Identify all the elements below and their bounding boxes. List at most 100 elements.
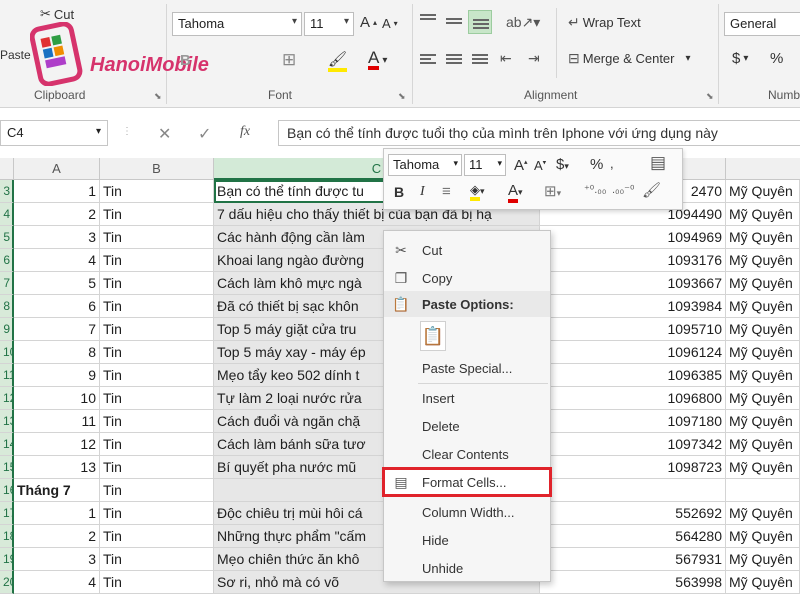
decrease-font-size-icon[interactable]: A▾ (534, 158, 546, 173)
align-top-icon[interactable] (420, 12, 436, 22)
cell-b[interactable]: Tin (100, 525, 214, 548)
cell-e[interactable]: 564280 (540, 525, 726, 548)
cell-e[interactable]: 1095710 (540, 318, 726, 341)
cancel-entry-icon[interactable]: ✕ (158, 124, 171, 144)
cell-b[interactable]: Tin (100, 272, 214, 295)
menu-item-column-width[interactable]: Column Width... (384, 499, 550, 525)
menu-item-copy[interactable]: ❐ Copy (384, 265, 550, 291)
cell-a[interactable]: 10 (14, 387, 100, 410)
align-left-icon[interactable] (420, 52, 436, 66)
align-right-icon[interactable] (472, 52, 488, 66)
font-name-combo[interactable]: Tahoma ▾ (172, 12, 302, 36)
row-header[interactable]: 7 (0, 272, 14, 295)
column-header-f[interactable] (726, 158, 800, 180)
cell-b[interactable]: Tin (100, 364, 214, 387)
row-header[interactable]: 19 (0, 548, 14, 571)
cell-a[interactable]: 3 (14, 226, 100, 249)
mini-font-size-combo[interactable]: 11 ▾ (464, 154, 506, 176)
cell-f[interactable]: Mỹ Quyên (726, 548, 800, 571)
formula-input[interactable]: Bạn có thể tính được tuổi thọ của mình t… (278, 120, 800, 146)
cell-a[interactable]: 13 (14, 456, 100, 479)
menu-item-unhide[interactable]: Unhide (384, 555, 550, 581)
alignment-launcher-icon[interactable]: ⬊ (706, 91, 714, 102)
cell-f[interactable]: Mỹ Quyên (726, 295, 800, 318)
decrease-decimal-icon[interactable]: .₀₀⁻⁰ (612, 183, 634, 196)
cell-f[interactable]: Mỹ Quyên (726, 456, 800, 479)
wrap-text-button[interactable]: ↵ Wrap Text (568, 14, 641, 31)
row-header[interactable]: 14 (0, 433, 14, 456)
row-header[interactable]: 13 (0, 410, 14, 433)
cell-a[interactable]: 2 (14, 525, 100, 548)
cell-a[interactable]: 7 (14, 318, 100, 341)
row-header[interactable]: 4 (0, 203, 14, 226)
cell-a[interactable]: 12 (14, 433, 100, 456)
drag-handle-icon[interactable]: ⋮ (122, 126, 132, 137)
row-header[interactable]: 20 (0, 571, 14, 594)
cell-f[interactable]: Mỹ Quyên (726, 571, 800, 594)
menu-item-format-cells[interactable]: ▤ Format Cells... (382, 467, 552, 497)
bold-icon[interactable]: B (180, 52, 191, 69)
cell-e[interactable]: 1096385 (540, 364, 726, 387)
row-header[interactable]: 18 (0, 525, 14, 548)
borders-icon[interactable]: ⊞ (282, 50, 296, 70)
mini-bold-button[interactable]: B (394, 184, 404, 200)
cell-a[interactable]: 6 (14, 295, 100, 318)
cell-b[interactable]: Tin (100, 295, 214, 318)
font-launcher-icon[interactable]: ⬊ (398, 91, 406, 102)
row-header[interactable]: 3 (0, 180, 14, 203)
mini-italic-button[interactable]: I (420, 184, 425, 200)
cell-b[interactable]: Tin (100, 571, 214, 594)
row-header[interactable]: 17 (0, 502, 14, 525)
increase-font-size-icon[interactable]: A▴ (360, 14, 377, 31)
cell-f[interactable] (726, 479, 800, 502)
cell-a[interactable]: 4 (14, 571, 100, 594)
cell-e[interactable]: 1093667 (540, 272, 726, 295)
font-color-icon[interactable]: A▾ (508, 182, 523, 203)
cell-a[interactable]: 11 (14, 410, 100, 433)
cell-e[interactable]: 1096124 (540, 341, 726, 364)
clipboard-launcher-icon[interactable]: ⬊ (154, 91, 162, 102)
cell-f[interactable]: Mỹ Quyên (726, 341, 800, 364)
cell-a[interactable]: 5 (14, 272, 100, 295)
row-header[interactable]: 11 (0, 364, 14, 387)
font-color-icon[interactable]: A▾ (368, 49, 387, 70)
cell-a[interactable]: 9 (14, 364, 100, 387)
cell-e[interactable]: 1097342 (540, 433, 726, 456)
cell-b[interactable]: Tin (100, 456, 214, 479)
row-header[interactable]: 10 (0, 341, 14, 364)
confirm-entry-icon[interactable]: ✓ (198, 124, 211, 144)
increase-decimal-icon[interactable]: ⁺⁰.₀₀ (584, 183, 606, 196)
percent-button[interactable]: % (770, 50, 783, 67)
cell-a[interactable]: 3 (14, 548, 100, 571)
decrease-indent-icon[interactable]: ⇤ (500, 50, 512, 67)
row-header[interactable]: 5 (0, 226, 14, 249)
name-box[interactable]: C4 ▾ (0, 120, 108, 146)
column-header-a[interactable]: A (14, 158, 100, 180)
cell-e[interactable]: 1094969 (540, 226, 726, 249)
row-header[interactable]: 6 (0, 249, 14, 272)
increase-indent-icon[interactable]: ⇥ (528, 50, 540, 67)
align-center-icon[interactable]: ≡ (442, 183, 451, 200)
align-bottom-button[interactable] (468, 10, 492, 34)
currency-button[interactable]: $ ▾ (732, 50, 748, 67)
row-header[interactable]: 9 (0, 318, 14, 341)
cell-f[interactable]: Mỹ Quyên (726, 502, 800, 525)
cell-f[interactable]: Mỹ Quyên (726, 272, 800, 295)
cell-f[interactable]: Mỹ Quyên (726, 433, 800, 456)
number-format-combo[interactable]: General (724, 12, 800, 36)
cell-e[interactable]: 563998 (540, 571, 726, 594)
cell-e[interactable]: 1096800 (540, 387, 726, 410)
cell-e[interactable]: 1093176 (540, 249, 726, 272)
cell-b[interactable]: Tin (100, 341, 214, 364)
cell-a[interactable]: 2 (14, 203, 100, 226)
cell-a[interactable]: 4 (14, 249, 100, 272)
insert-function-button[interactable]: fx (240, 124, 250, 140)
cell-e[interactable] (540, 479, 726, 502)
menu-item-clear-contents[interactable]: Clear Contents (384, 441, 550, 467)
menu-item-hide[interactable]: Hide (384, 527, 550, 553)
cell-e[interactable]: 567931 (540, 548, 726, 571)
mini-currency-button[interactable]: $▾ (556, 156, 569, 173)
cell-b[interactable]: Tin (100, 433, 214, 456)
fill-color-icon[interactable]: 🖌 (328, 50, 348, 72)
cell-b[interactable]: Tin (100, 180, 214, 203)
